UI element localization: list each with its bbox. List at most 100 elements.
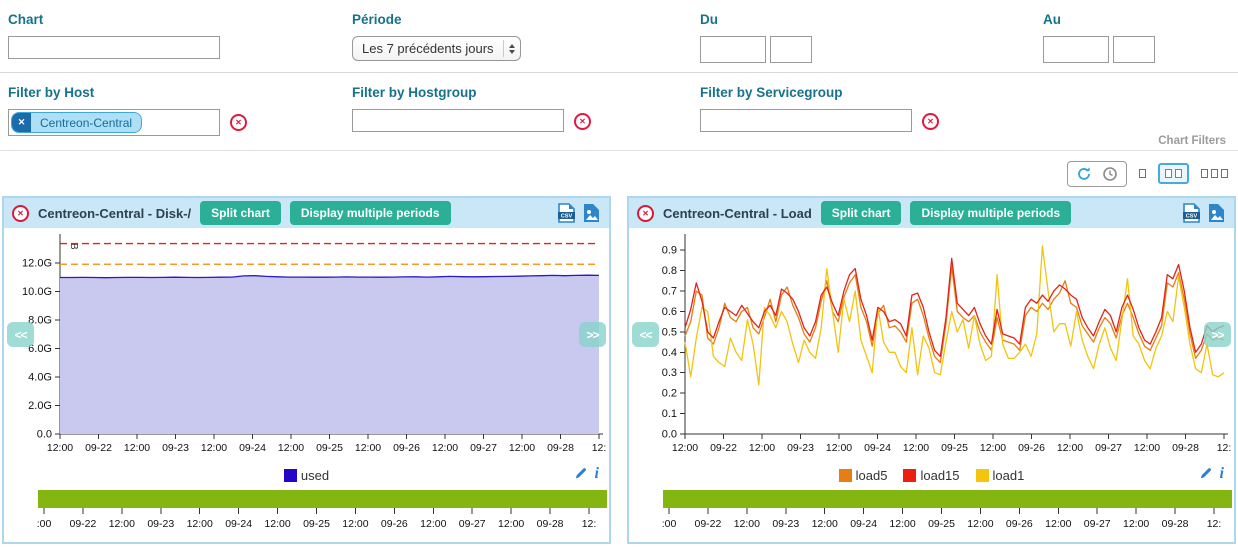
- svg-text:12:00: 12:00: [432, 442, 458, 454]
- svg-text:0.0: 0.0: [662, 429, 677, 441]
- timer-icon[interactable]: [1102, 166, 1118, 182]
- disk-status-timeline[interactable]: :0009-2212:0009-2312:0009-2412:0009-2512…: [4, 488, 609, 538]
- load-status-timeline[interactable]: :0009-2212:0009-2312:0009-2412:0009-2512…: [629, 488, 1234, 538]
- legend-swatch: [976, 469, 989, 482]
- remove-chart-icon[interactable]: ✕: [12, 205, 29, 222]
- remove-chart-icon[interactable]: ✕: [637, 205, 654, 222]
- svg-text:0.4: 0.4: [662, 347, 677, 359]
- chart-title: Centreon-Central - Disk-/: [38, 206, 191, 221]
- svg-text:0.8: 0.8: [662, 265, 677, 277]
- svg-text:12:00: 12:00: [749, 442, 775, 454]
- svg-text:09-23: 09-23: [772, 518, 799, 530]
- svg-text:09-24: 09-24: [850, 518, 877, 530]
- svg-text:09-26: 09-26: [381, 518, 408, 530]
- scroll-period-left-button[interactable]: <<: [632, 322, 659, 347]
- export-image-icon[interactable]: [1207, 203, 1226, 223]
- svg-text:09-24: 09-24: [864, 442, 891, 454]
- hostgroup-filter-input[interactable]: [352, 109, 564, 132]
- select-stepper-icon: [503, 40, 515, 57]
- svg-text:09-22: 09-22: [69, 518, 96, 530]
- host-tag: ✕ Centreon-Central: [11, 112, 142, 133]
- svg-text:09-28: 09-28: [537, 518, 564, 530]
- remove-host-tag-icon[interactable]: ✕: [12, 113, 31, 132]
- clear-servicegroup-filter-icon[interactable]: ✕: [922, 113, 939, 130]
- svg-text:12:00: 12:00: [734, 518, 760, 530]
- svg-text::00: :00: [37, 518, 52, 530]
- svg-text:09-22: 09-22: [694, 518, 721, 530]
- load-chart-plot[interactable]: << >> 0.00.10.20.30.40.50.60.70.80.912:0…: [629, 230, 1234, 462]
- export-csv-icon[interactable]: CSV: [557, 203, 576, 223]
- split-chart-button[interactable]: Split chart: [821, 201, 902, 225]
- filter-by-servicegroup-label: Filter by Servicegroup: [700, 85, 1043, 100]
- svg-text:CSV: CSV: [561, 214, 573, 220]
- au-date-input[interactable]: [1043, 36, 1109, 63]
- legend-item[interactable]: used: [284, 468, 329, 483]
- legend-item[interactable]: load5: [839, 468, 888, 483]
- export-csv-icon[interactable]: CSV: [1182, 203, 1201, 223]
- display-multiple-periods-button[interactable]: Display multiple periods: [290, 201, 451, 225]
- svg-text:12:00: 12:00: [1134, 442, 1160, 454]
- refresh-icon[interactable]: [1076, 166, 1092, 182]
- disk-chart-plot[interactable]: << >> 0.02.0G4.0G6.0G8.0G10.0G12.0G12:00…: [4, 230, 609, 462]
- scroll-period-right-button[interactable]: >>: [579, 322, 606, 347]
- svg-text:0.1: 0.1: [662, 408, 677, 420]
- svg-text:12:00: 12:00: [980, 442, 1006, 454]
- two-column-layout-icon[interactable]: [1158, 163, 1189, 184]
- periode-selected-value: Les 7 précédents jours: [362, 41, 494, 56]
- svg-text:12:00: 12:00: [903, 442, 929, 454]
- clear-host-filter-icon[interactable]: ✕: [230, 114, 247, 131]
- host-filter-input[interactable]: ✕ Centreon-Central: [8, 109, 220, 136]
- svg-text:09-24: 09-24: [225, 518, 252, 530]
- svg-text:12:00: 12:00: [826, 442, 852, 454]
- svg-text:12:00: 12:00: [201, 442, 227, 454]
- info-icon[interactable]: i: [595, 467, 599, 481]
- edit-icon[interactable]: [573, 466, 588, 481]
- svg-text:4.0G: 4.0G: [28, 371, 52, 383]
- scroll-period-right-button[interactable]: >>: [1204, 322, 1231, 347]
- svg-text:09-27: 09-27: [1095, 442, 1122, 454]
- svg-text:0.7: 0.7: [662, 286, 677, 298]
- legend-label: load5: [856, 468, 888, 483]
- svg-text:09-25: 09-25: [928, 518, 955, 530]
- three-column-layout-icon[interactable]: [1201, 169, 1228, 178]
- svg-text::00: :00: [662, 518, 677, 530]
- du-time-input[interactable]: [770, 36, 812, 63]
- disk-chart-header: ✕ Centreon-Central - Disk-/ Split chart …: [4, 198, 609, 228]
- svg-text:09-25: 09-25: [941, 442, 968, 454]
- legend-label: load1: [993, 468, 1025, 483]
- legend-item[interactable]: load15: [903, 468, 959, 483]
- servicegroup-filter-input[interactable]: [700, 109, 912, 132]
- du-date-input[interactable]: [700, 36, 766, 63]
- load-chart-header: ✕ Centreon-Central - Load Split chart Di…: [629, 198, 1234, 228]
- export-image-icon[interactable]: [582, 203, 601, 223]
- svg-text:12:00: 12:00: [420, 518, 446, 530]
- clear-hostgroup-filter-icon[interactable]: ✕: [574, 113, 591, 130]
- svg-text:12:00: 12:00: [812, 518, 838, 530]
- svg-text:12:00: 12:00: [498, 518, 524, 530]
- chart-filter-label: Chart: [8, 12, 352, 27]
- chart-panel-disk: ✕ Centreon-Central - Disk-/ Split chart …: [2, 196, 611, 544]
- info-icon[interactable]: i: [1220, 467, 1224, 481]
- filter-by-hostgroup-label: Filter by Hostgroup: [352, 85, 700, 100]
- svg-text:0.3: 0.3: [662, 367, 677, 379]
- periode-select[interactable]: Les 7 précédents jours: [352, 36, 521, 61]
- scroll-period-left-button[interactable]: <<: [7, 322, 34, 347]
- svg-text:09-23: 09-23: [162, 442, 189, 454]
- split-chart-button[interactable]: Split chart: [200, 201, 281, 225]
- edit-icon[interactable]: [1198, 466, 1213, 481]
- legend-swatch: [839, 469, 852, 482]
- svg-text:12:: 12:: [1207, 518, 1222, 530]
- chart-filter-input[interactable]: [8, 36, 220, 59]
- au-time-input[interactable]: [1113, 36, 1155, 63]
- svg-text:09-22: 09-22: [85, 442, 112, 454]
- one-column-layout-icon[interactable]: [1139, 169, 1146, 178]
- svg-text:CSV: CSV: [1186, 214, 1198, 220]
- legend-item[interactable]: load1: [976, 468, 1025, 483]
- charts-toolbar: [0, 151, 1238, 196]
- svg-text:09-26: 09-26: [1018, 442, 1045, 454]
- chart-legend: used: [284, 468, 329, 483]
- chart-legend: load5 load15 load1: [839, 468, 1025, 483]
- svg-text:12:00: 12:00: [342, 518, 368, 530]
- display-multiple-periods-button[interactable]: Display multiple periods: [910, 201, 1071, 225]
- svg-text:0.9: 0.9: [662, 245, 677, 257]
